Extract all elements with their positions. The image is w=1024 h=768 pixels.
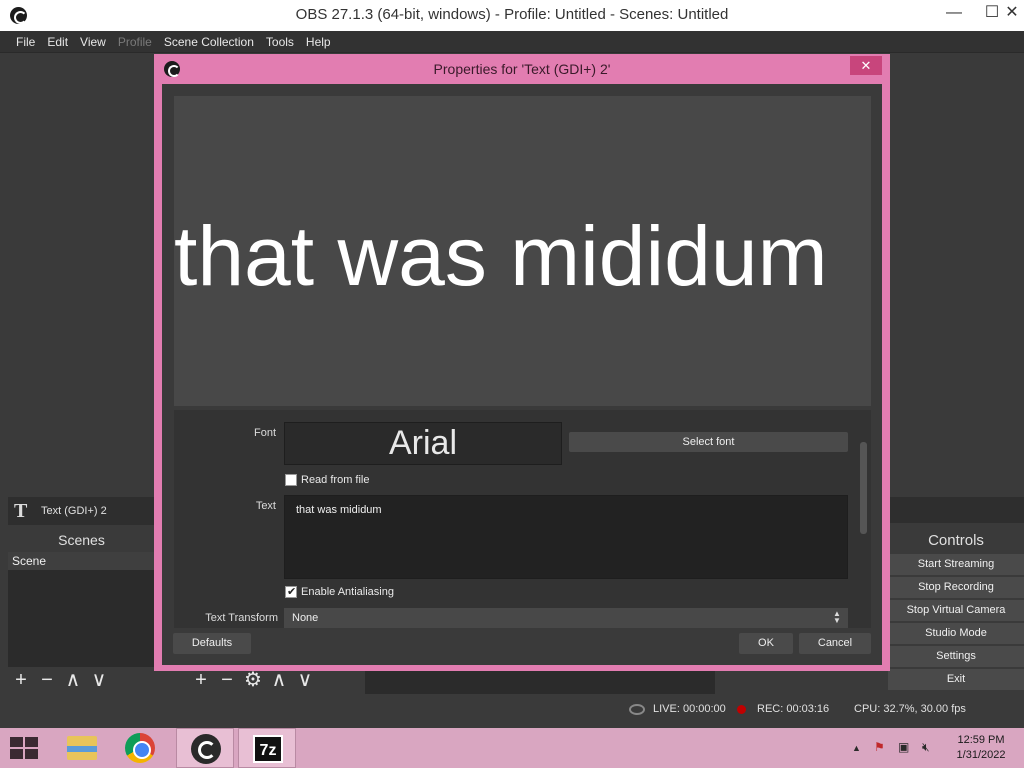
font-label: Font [253, 427, 276, 439]
read-from-file-label: Read from file [301, 474, 370, 486]
dialog-title: Properties for 'Text (GDI+) 2' [433, 61, 611, 77]
dialog-body: that was mididum Font Arial Select font … [162, 84, 882, 665]
chrome-icon [125, 733, 155, 763]
studio-mode-button[interactable]: Studio Mode [888, 623, 1024, 644]
action-center-flag-icon[interactable]: ⚑ [874, 740, 885, 754]
system-clock[interactable]: 12:59 PM 1/31/2022 [948, 733, 1014, 763]
menu-edit[interactable]: Edit [41, 31, 74, 53]
menu-tools[interactable]: Tools [260, 31, 300, 53]
obs-icon [191, 734, 221, 764]
main-title-bar: OBS 27.1.3 (64-bit, windows) - Profile: … [0, 0, 1024, 31]
properties-scrollbar[interactable] [860, 442, 867, 534]
record-dot-icon [737, 705, 746, 714]
menu-file[interactable]: File [10, 31, 41, 53]
font-preview: Arial [284, 422, 562, 465]
controls-dock: Controls Start Streaming Stop Recording … [888, 528, 1024, 694]
stop-recording-button[interactable]: Stop Recording [888, 577, 1024, 598]
source-toolbar-right [888, 497, 1024, 523]
enable-antialiasing-label: Enable Antialiasing [301, 586, 394, 598]
taskbar-file-explorer[interactable] [52, 728, 110, 768]
status-bar: LIVE: 00:00:00 REC: 00:03:16 CPU: 32.7%,… [0, 696, 1024, 722]
volume-muted-icon[interactable]: 🔇︎ [922, 740, 930, 755]
ok-button[interactable]: OK [739, 633, 793, 654]
window-title: OBS 27.1.3 (64-bit, windows) - Profile: … [295, 6, 729, 23]
text-label: Text [255, 500, 276, 512]
text-transform-value: None [292, 612, 319, 624]
menu-view[interactable]: View [74, 31, 112, 53]
add-scene-button[interactable]: + [8, 667, 34, 693]
taskbar-chrome[interactable] [111, 728, 169, 768]
minimize-button[interactable]: — [937, 0, 971, 28]
select-arrows-icon: ▲ ▼ [833, 609, 841, 625]
move-scene-down-button[interactable]: ∨ [86, 667, 112, 693]
7zip-icon: 7z [253, 735, 283, 763]
properties-panel: Font Arial Select font Read from file Te… [174, 410, 871, 628]
windows-start-button[interactable] [10, 737, 38, 759]
folder-icon [67, 736, 97, 760]
preview-text: that was mididum [174, 209, 828, 303]
exit-button[interactable]: Exit [888, 669, 1024, 690]
taskbar-obs[interactable] [176, 728, 234, 768]
dialog-title-bar: Properties for 'Text (GDI+) 2' ✕ [154, 54, 890, 84]
stop-virtual-camera-button[interactable]: Stop Virtual Camera [888, 600, 1024, 621]
controls-header: Controls [928, 532, 984, 549]
source-toolbar: T Text (GDI+) 2 [8, 497, 158, 525]
source-preview: that was mididum [174, 96, 871, 406]
clock-time: 12:59 PM [957, 734, 1005, 746]
sources-toolbar: + − ⚙ ∧ ∨ [188, 667, 360, 694]
rec-timer: REC: 00:03:16 [757, 703, 830, 715]
text-transform-label: Text Transform [205, 612, 278, 624]
live-timer: LIVE: 00:00:00 [653, 703, 726, 715]
menu-profile[interactable]: Profile [112, 31, 158, 53]
read-from-file-checkbox[interactable] [285, 474, 297, 486]
enable-antialiasing-checkbox[interactable] [285, 585, 297, 598]
text-input[interactable]: that was mididum [284, 495, 848, 579]
start-streaming-button[interactable]: Start Streaming [888, 554, 1024, 575]
select-font-button[interactable]: Select font [569, 432, 848, 452]
settings-button[interactable]: Settings [888, 646, 1024, 667]
cancel-button[interactable]: Cancel [799, 633, 871, 654]
cpu-fps: CPU: 32.7%, 30.00 fps [854, 703, 966, 715]
audio-mixer-strip [365, 667, 715, 694]
text-source-icon: T [14, 500, 28, 522]
properties-dialog: Properties for 'Text (GDI+) 2' ✕ that wa… [154, 54, 890, 671]
taskbar-7zip[interactable]: 7z [238, 728, 296, 768]
scene-item[interactable]: Scene [8, 552, 155, 570]
remove-scene-button[interactable]: − [34, 667, 60, 693]
scenes-header: Scenes [8, 528, 155, 552]
dialog-close-button[interactable]: ✕ [850, 56, 882, 75]
broadcast-icon [629, 704, 645, 715]
close-button[interactable]: ✕ [1000, 0, 1024, 28]
scenes-toolbar: + − ∧ ∨ [8, 667, 155, 694]
menu-bar: File Edit View Profile Scene Collection Tools… [0, 31, 1024, 53]
menu-help[interactable]: Help [300, 31, 337, 53]
taskbar: 7z ▲ ⚑ ▣ 🔇︎ 12:59 PM 1/31/2022 [0, 728, 1024, 768]
clock-date: 1/31/2022 [956, 749, 1006, 761]
show-hidden-icons-icon[interactable]: ▲ [852, 743, 861, 753]
defaults-button[interactable]: Defaults [173, 633, 251, 654]
source-name: Text (GDI+) 2 [41, 505, 107, 517]
text-transform-select[interactable]: None ▲ ▼ [284, 608, 848, 628]
network-icon[interactable]: ▣ [898, 740, 909, 754]
menu-scene-collection[interactable]: Scene Collection [158, 31, 260, 53]
move-scene-up-button[interactable]: ∧ [60, 667, 86, 693]
